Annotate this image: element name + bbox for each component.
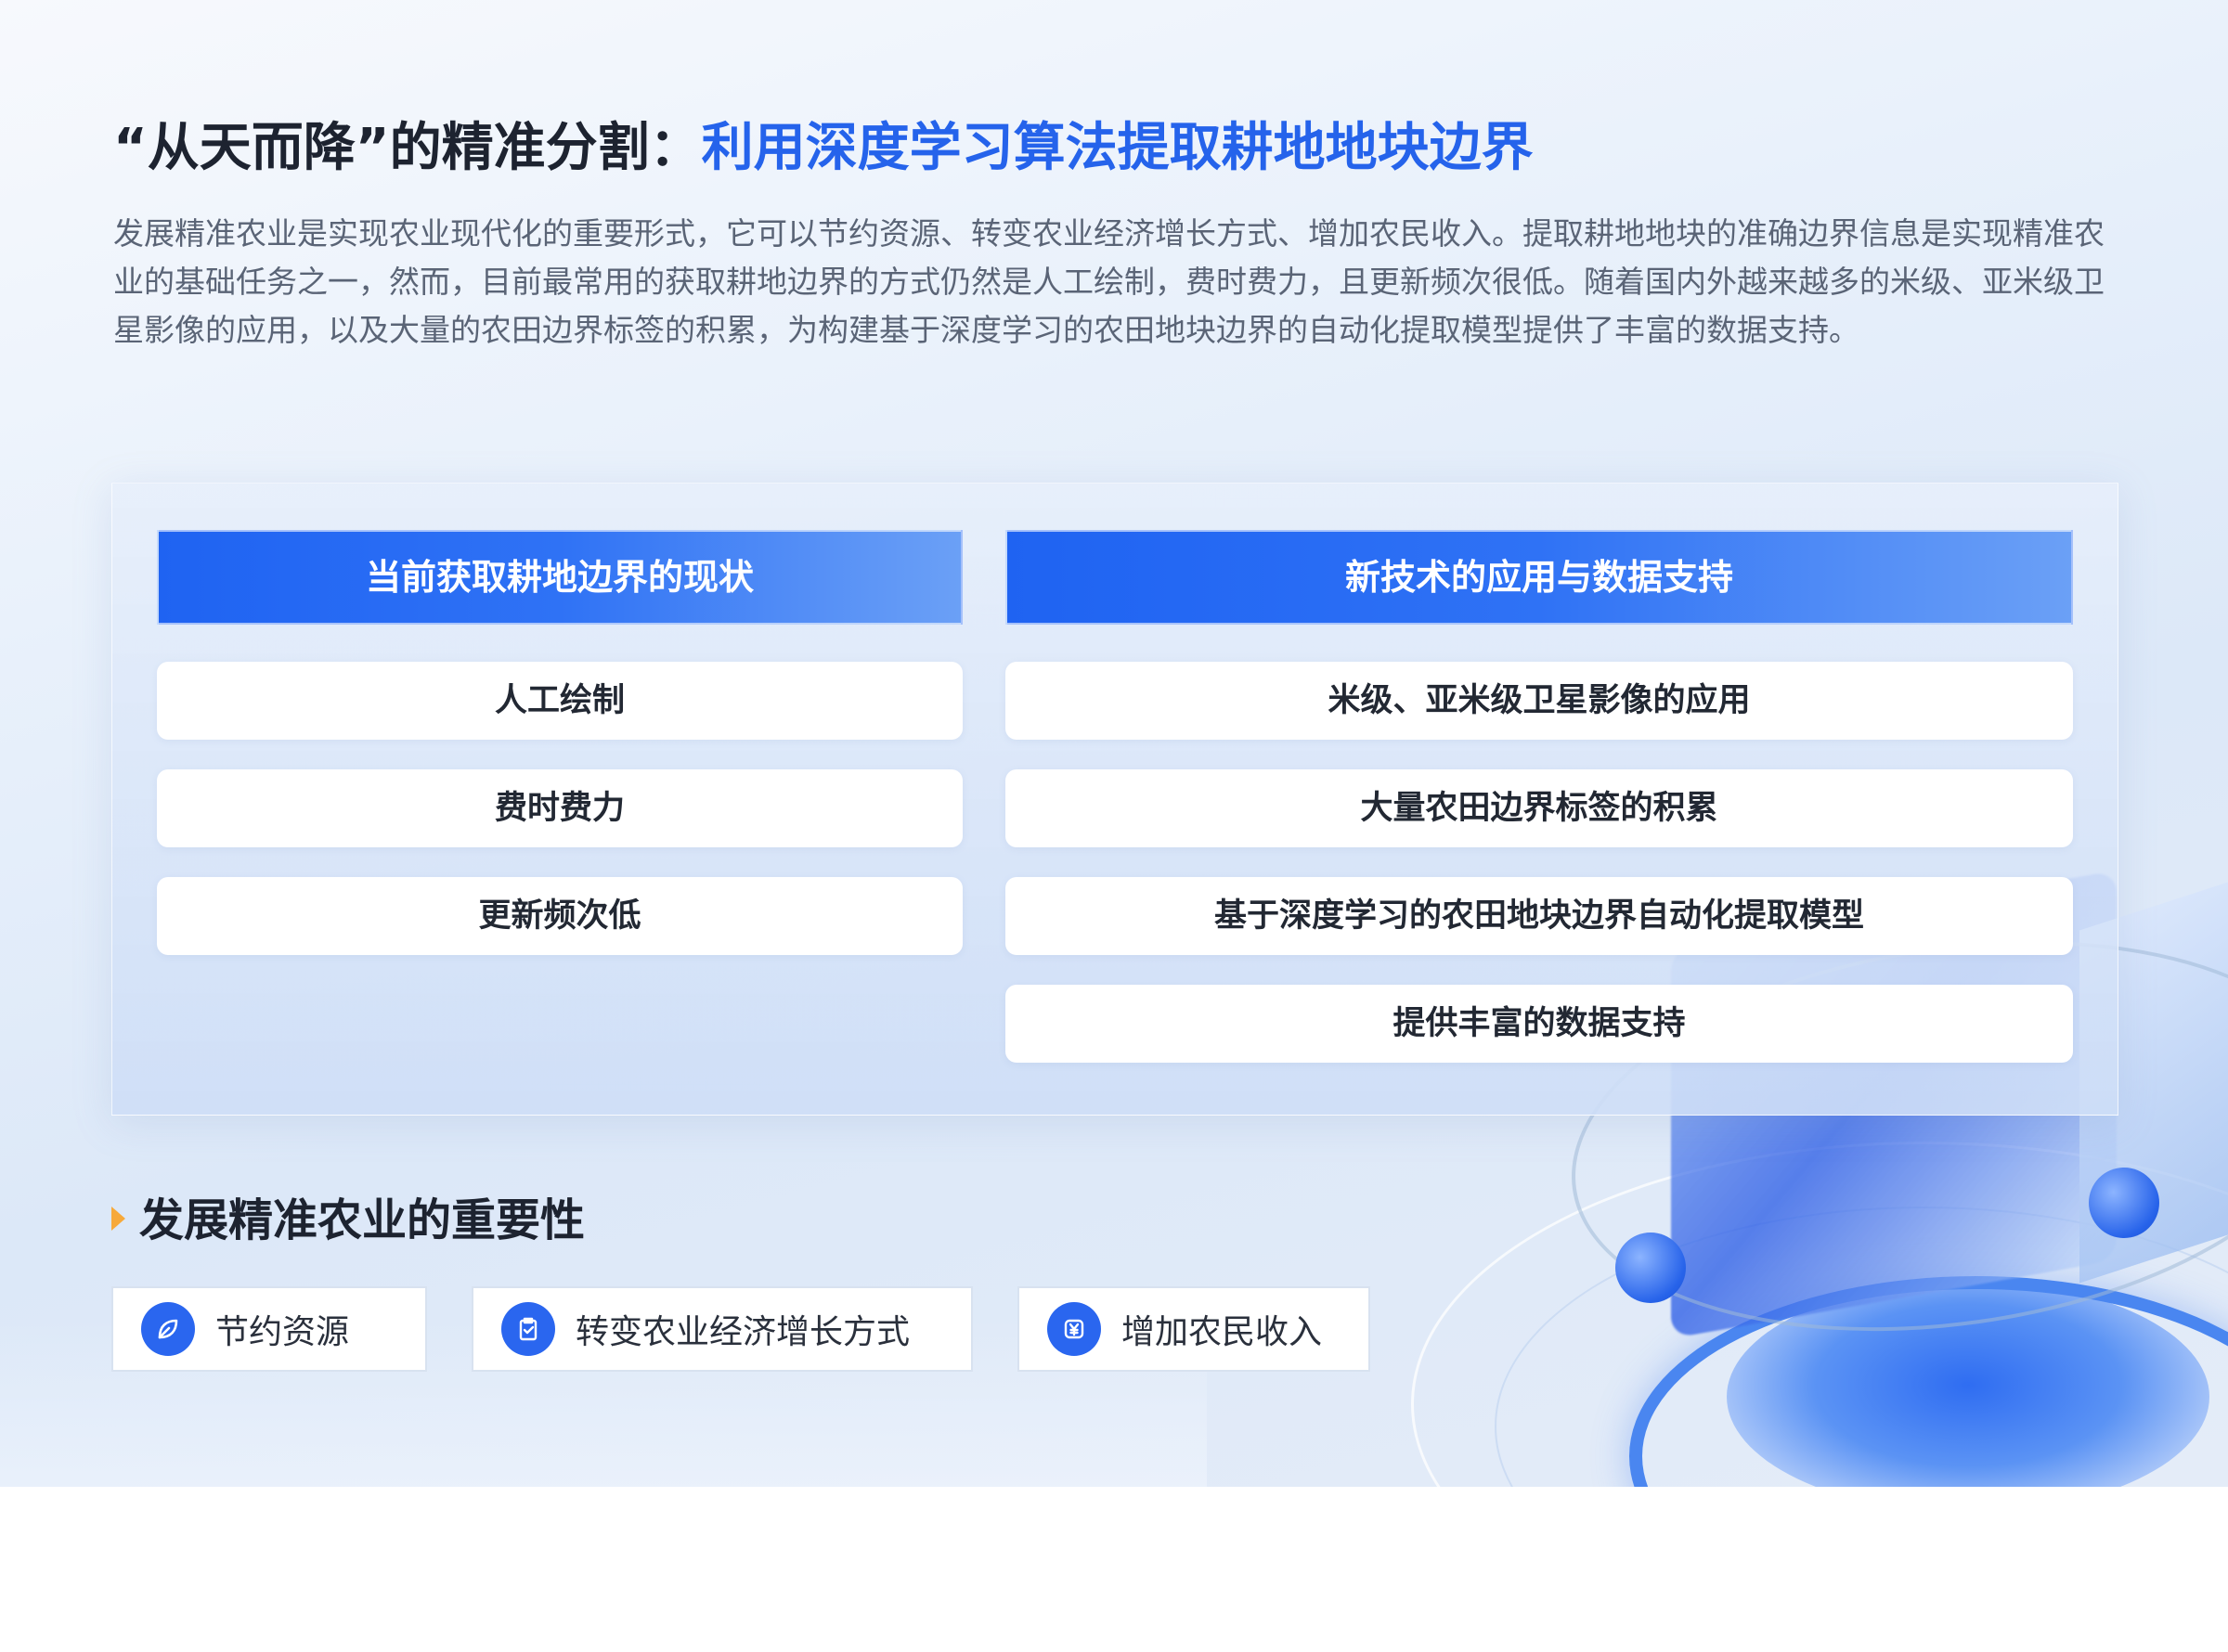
current-status-heading: 当前获取耕地边界的现状	[157, 530, 963, 625]
benefit-card-farmer-income: 增加农民收入	[1017, 1286, 1370, 1372]
current-status-item: 更新频次低	[157, 877, 963, 955]
current-status-item: 人工绘制	[157, 662, 963, 740]
benefit-card-save-resources: 节约资源	[111, 1286, 427, 1372]
new-tech-item: 米级、亚米级卫星影像的应用	[1005, 662, 2073, 740]
blue-ring-decoration	[1629, 1276, 2228, 1487]
new-tech-column: 新技术的应用与数据支持 米级、亚米级卫星影像的应用 大量农田边界标签的积累 基于…	[1005, 530, 2073, 1063]
importance-section-title: 发展精准农业的重要性	[139, 1194, 586, 1246]
page-title: “从天而降”的精准分割：利用深度学习算法提取耕地地块边界	[113, 110, 1534, 187]
clipboard-check-icon	[501, 1302, 555, 1356]
sphere-decoration	[2089, 1168, 2159, 1238]
new-tech-item: 基于深度学习的农田地块边界自动化提取模型	[1005, 877, 2073, 955]
sphere-decoration	[1615, 1233, 1686, 1303]
background-ring-decoration	[1411, 1142, 2228, 1487]
current-status-column: 当前获取耕地边界的现状 人工绘制 费时费力 更新频次低	[157, 530, 963, 955]
page-title-accent: 利用深度学习算法提取耕地地块边界	[701, 118, 1534, 178]
leaf-icon	[141, 1302, 195, 1356]
pedestal-decoration	[1727, 1281, 2209, 1487]
new-tech-item: 大量农田边界标签的积累	[1005, 769, 2073, 847]
background-ring-decoration	[1495, 1207, 2228, 1487]
intro-paragraph: 发展精准农业是实现农业现代化的重要形式，它可以节约资源、转变农业经济增长方式、增…	[113, 215, 2105, 348]
yuan-icon	[1047, 1302, 1101, 1356]
new-tech-heading: 新技术的应用与数据支持	[1005, 530, 2073, 625]
benefit-label: 增加农民收入	[1121, 1313, 1323, 1351]
comparison-panel: 当前获取耕地边界的现状 人工绘制 费时费力 更新频次低 新技术的应用与数据支持 …	[111, 483, 2118, 1116]
current-status-item: 费时费力	[157, 769, 963, 847]
new-tech-item: 提供丰富的数据支持	[1005, 985, 2073, 1063]
page-background: “从天而降”的精准分割：利用深度学习算法提取耕地地块边界 发展精准农业是实现农业…	[0, 0, 2228, 1487]
page-title-prefix: “从天而降”的精准分割：	[113, 118, 702, 178]
benefit-card-growth-mode: 转变农业经济增长方式	[472, 1286, 973, 1372]
benefit-label: 节约资源	[215, 1313, 350, 1351]
benefit-label: 转变农业经济增长方式	[576, 1313, 911, 1351]
section-marker-icon	[111, 1207, 125, 1231]
